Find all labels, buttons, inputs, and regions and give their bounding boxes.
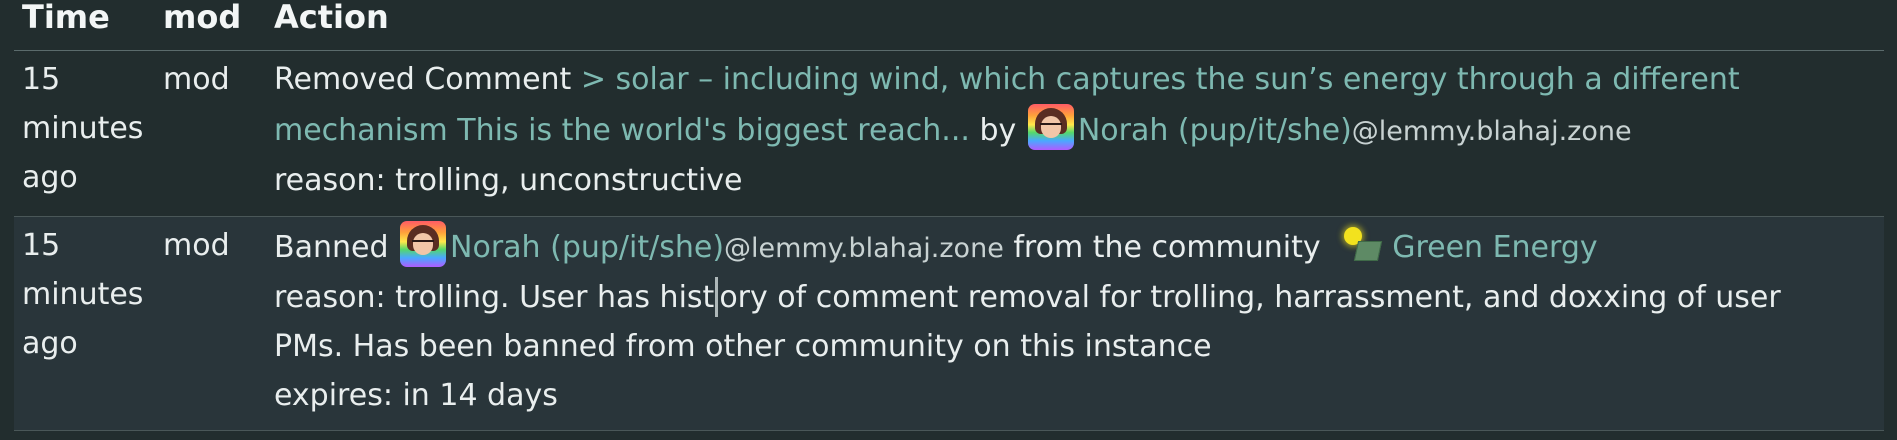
user-avatar-icon[interactable]: [400, 221, 447, 267]
action-cell: Removed Comment > solar – including wind…: [274, 55, 1884, 205]
header-action[interactable]: Action: [274, 0, 389, 36]
table-header: Time mod Action: [14, 0, 1884, 51]
header-mod[interactable]: mod: [163, 0, 241, 36]
header-time[interactable]: Time: [22, 0, 110, 36]
action-line: mechanism This is the world's biggest re…: [274, 104, 1884, 156]
user-avatar-icon[interactable]: [1027, 104, 1074, 150]
reason-text: reason: trolling. User has hist ory of co…: [274, 273, 1884, 322]
user-host: @lemmy.blahaj.zone: [724, 233, 1004, 264]
time-line: ago: [22, 160, 78, 195]
reason-part: reason: trolling. User has hist: [274, 280, 715, 315]
user-host: @lemmy.blahaj.zone: [1351, 116, 1632, 147]
user-link[interactable]: Norah (pup/it/she): [450, 230, 724, 265]
time-cell: 15 minutes ago: [22, 221, 144, 368]
user-link[interactable]: Norah (pup/it/she): [1078, 113, 1352, 148]
time-line: ago: [22, 326, 78, 361]
mod-cell: mod: [163, 228, 230, 263]
action-cell: Banned Norah (pup/it/she)@lemmy.blahaj.z…: [274, 221, 1884, 420]
time-line: 15: [22, 62, 61, 97]
table-row: 15 minutes ago mod Banned Norah (pup/it/…: [14, 217, 1884, 431]
reason-text-continued: PMs. Has been banned from other communit…: [274, 329, 1212, 364]
action-line: Removed Comment > solar – including wind…: [274, 55, 1884, 104]
table-row: 15 minutes ago mod Removed Comment > sol…: [14, 51, 1884, 217]
time-line: 15: [22, 228, 61, 263]
by-text: by: [979, 113, 1017, 148]
mod-cell: mod: [163, 62, 230, 97]
time-line: minutes: [22, 277, 144, 312]
reason-part: ory of comment removal for trolling, har…: [719, 280, 1781, 315]
comment-link[interactable]: mechanism This is the world's biggest re…: [274, 113, 970, 148]
text-cursor: [715, 277, 719, 317]
modlog-table: Time mod Action 15 minutes ago mod Remov…: [14, 0, 1884, 431]
action-type: Removed Comment: [274, 62, 572, 97]
community-link[interactable]: Green Energy: [1392, 230, 1597, 265]
reason-text: reason: trolling, unconstructive: [274, 163, 743, 198]
time-cell: 15 minutes ago: [22, 55, 144, 202]
action-type: Banned: [274, 230, 389, 265]
action-line: Banned Norah (pup/it/she)@lemmy.blahaj.z…: [274, 221, 1884, 273]
expires-text: expires: in 14 days: [274, 378, 558, 413]
comment-link[interactable]: > solar – including wind, which captures…: [581, 62, 1740, 97]
time-line: minutes: [22, 111, 144, 146]
from-text: from the community: [1013, 230, 1321, 265]
green-energy-community-icon[interactable]: [1342, 225, 1384, 265]
